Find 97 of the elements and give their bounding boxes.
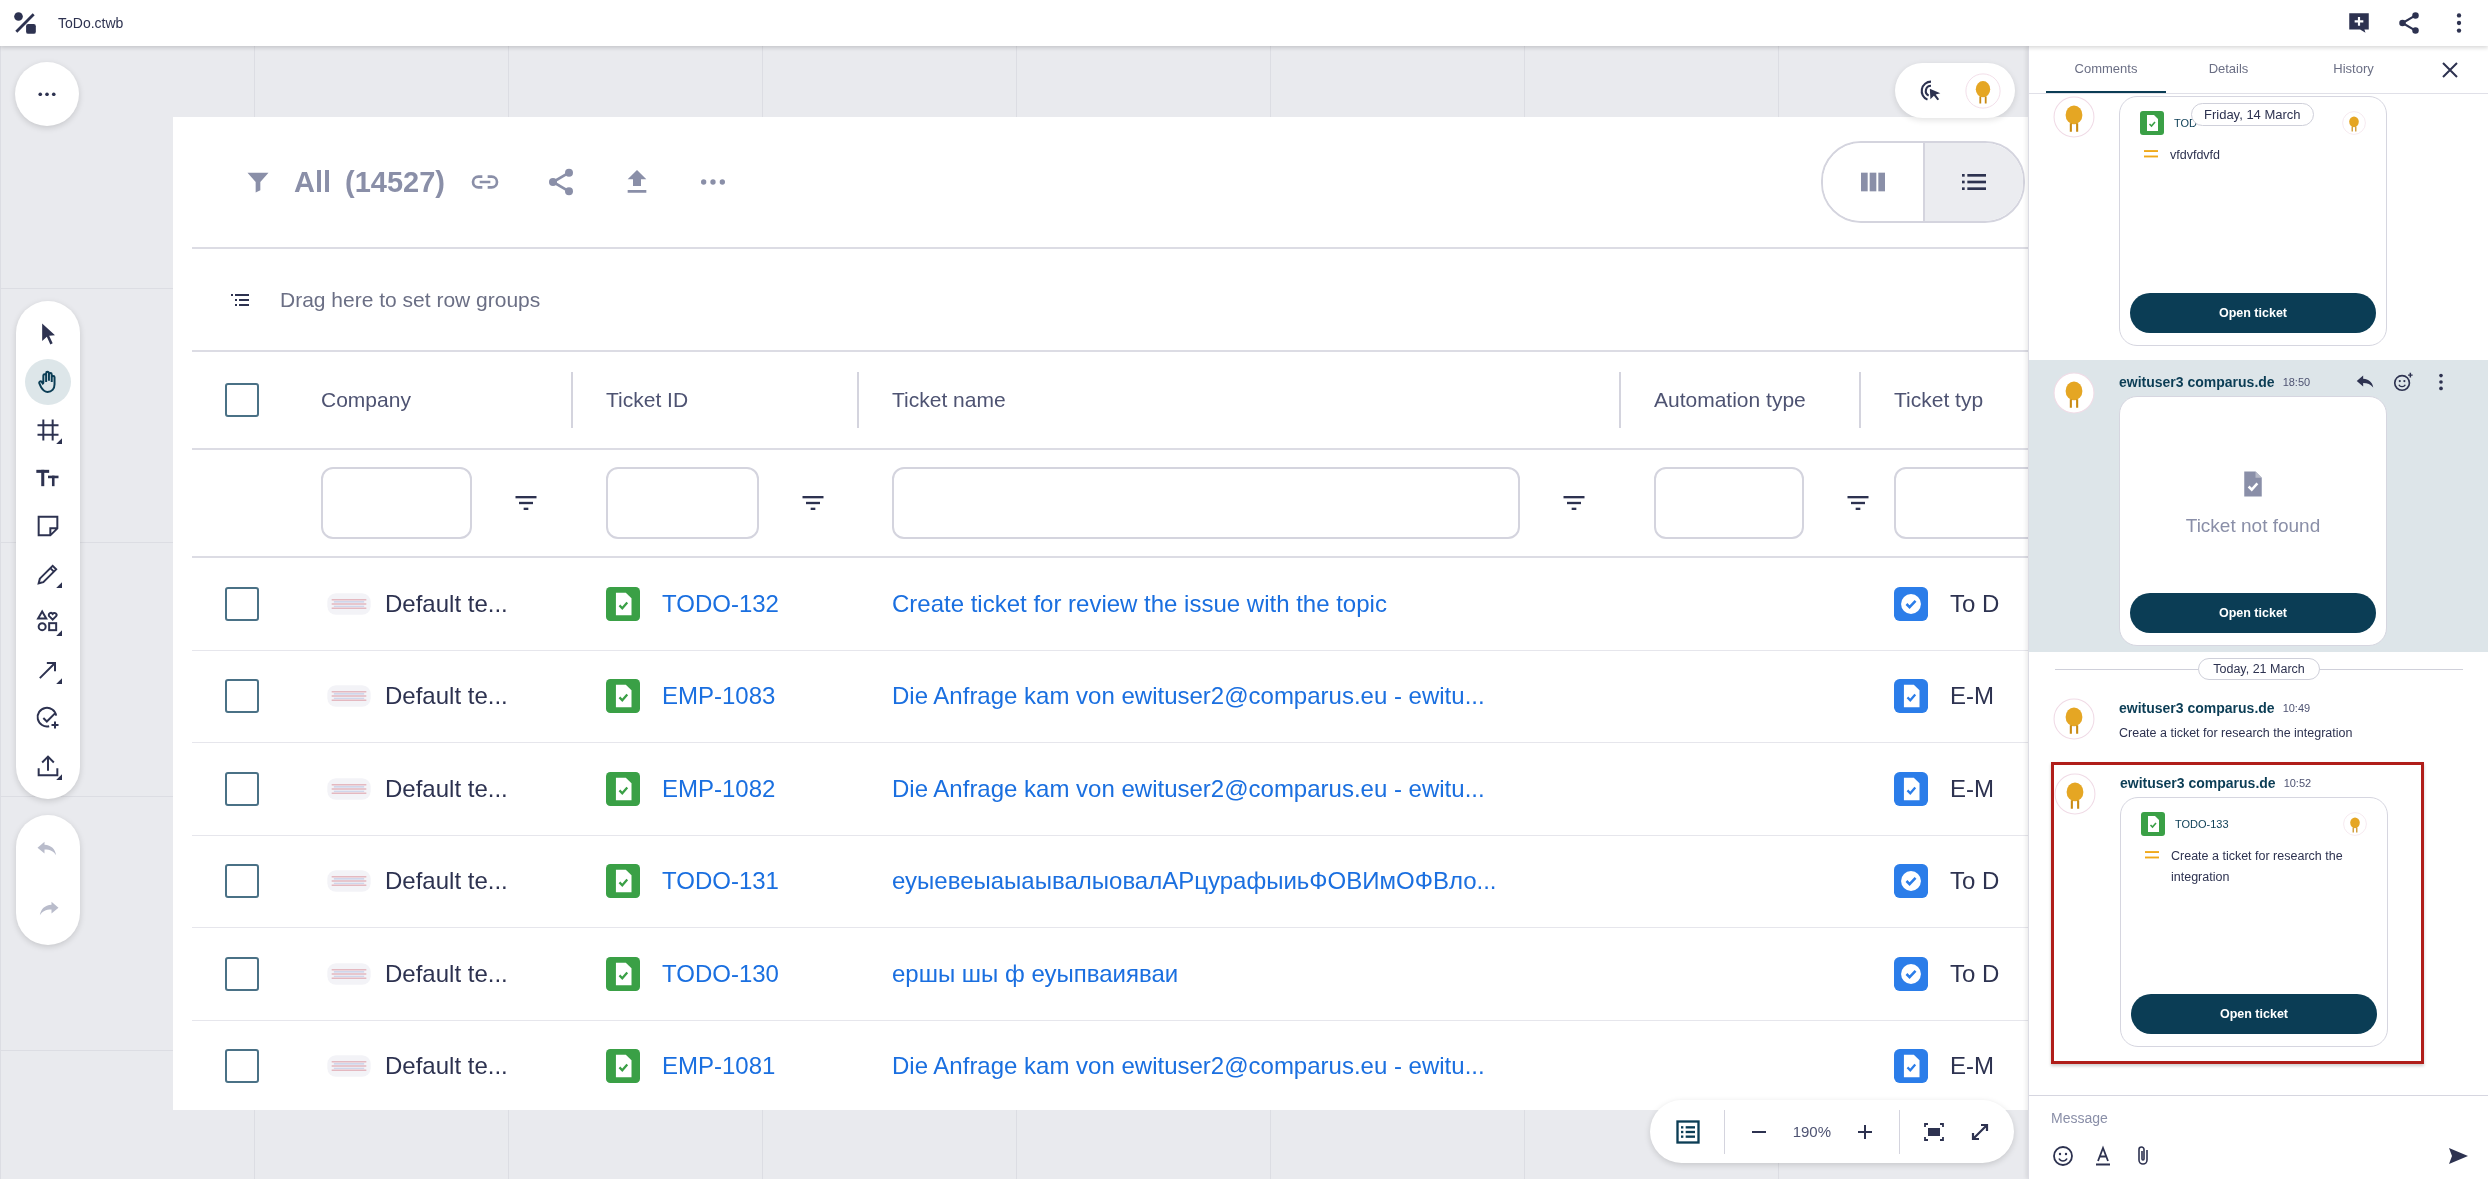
- task-icon: [34, 704, 62, 732]
- table-cell: To D: [1950, 959, 2000, 988]
- table-cell: Default te...: [385, 867, 508, 896]
- table-cell: Default te...: [385, 589, 508, 618]
- document-check-icon: [1894, 679, 1928, 714]
- table-cell: E-M: [1950, 774, 1994, 803]
- column-header[interactable]: Ticket name: [892, 388, 1006, 412]
- document-check-icon: [1894, 1049, 1928, 1084]
- panel-tab[interactable]: History: [2291, 46, 2416, 93]
- ticket-summary: vfdvfdvfd: [2170, 147, 2221, 164]
- record-count: (14527): [345, 165, 446, 199]
- document-check-icon: [606, 679, 640, 714]
- document-check-icon: [606, 956, 640, 991]
- message-time: 18:50: [2282, 376, 2311, 388]
- list-view-button[interactable]: [1923, 143, 2023, 221]
- select-all-checkbox[interactable]: [225, 383, 259, 417]
- ticket-id-link[interactable]: EMP-1083: [662, 682, 776, 711]
- table-cell: To D: [1950, 589, 2000, 618]
- column-filter-field[interactable]: [1654, 467, 1804, 539]
- ticket-name-link[interactable]: Create ticket for review the issue with the topic: [892, 589, 1387, 618]
- avatar-icon: [2342, 111, 2366, 135]
- document-check-icon: [606, 864, 640, 899]
- column-header[interactable]: Company: [321, 388, 411, 412]
- logo-icon: [12, 10, 38, 36]
- ticket-name-link[interactable]: еуыевеыаыаывалыовалАРцурафыиьФОВИмОФВло...: [892, 867, 1497, 896]
- author-name: ewituser3 comparus.de: [2119, 374, 2275, 390]
- striped-logo-icon: [327, 1053, 371, 1080]
- row-checkbox[interactable]: [225, 586, 259, 621]
- priority-medium-icon: [2145, 850, 2159, 860]
- row-checkbox[interactable]: [225, 771, 259, 806]
- striped-logo-icon: [327, 683, 371, 710]
- author-name: ewituser3 comparus.de: [2119, 700, 2275, 716]
- ticket-name-link[interactable]: ершы шы ф еуыпваияваи: [892, 959, 1179, 988]
- row-groups-hint: Drag here to set row groups: [280, 287, 541, 312]
- zoom-level: 190%: [1792, 1123, 1831, 1140]
- panel-tab[interactable]: Comments: [2046, 46, 2166, 93]
- message-text: Create a ticket for research the integration: [2119, 726, 2354, 740]
- ticket-id-link[interactable]: TODO-131: [662, 867, 779, 896]
- striped-logo-icon: [327, 775, 371, 802]
- table-cell: E-M: [1950, 1052, 1994, 1081]
- table-cell: Default te...: [385, 1052, 508, 1081]
- ticket-name-link[interactable]: Die Anfrage kam von ewituser2@comparus.eu - ewitu...: [892, 682, 1485, 711]
- add-reaction-icon[interactable]: [2392, 371, 2414, 393]
- row-checkbox[interactable]: [225, 679, 259, 714]
- table-cell: Default te...: [385, 959, 508, 988]
- document-check-icon: [606, 586, 640, 621]
- share-icon[interactable]: [2396, 10, 2422, 36]
- message-time: 10:49: [2282, 702, 2311, 714]
- author-name: ewituser3 comparus.de: [2120, 775, 2276, 791]
- column-header[interactable]: Ticket typ: [1894, 388, 1984, 412]
- ticket-id-link[interactable]: EMP-1082: [662, 774, 776, 803]
- ticket-id-link[interactable]: TODO-132: [662, 589, 779, 618]
- ticket-name-link[interactable]: Die Anfrage kam von ewituser2@comparus.eu - ewitu...: [892, 774, 1485, 803]
- column-header[interactable]: Ticket ID: [606, 388, 689, 412]
- emoji-icon[interactable]: [2051, 1144, 2075, 1168]
- document-check-icon: [2141, 812, 2165, 836]
- striped-logo-icon: [327, 960, 371, 987]
- table-cell: Default te...: [385, 682, 508, 711]
- shapes-icon: [34, 608, 62, 636]
- document-check-icon: [606, 1049, 640, 1084]
- striped-logo-icon: [327, 590, 371, 617]
- avatar-icon: [2053, 96, 2095, 138]
- view-title: All: [294, 165, 332, 199]
- table-cell: E-M: [1950, 682, 1994, 711]
- row-checkbox[interactable]: [225, 864, 259, 899]
- open-ticket-button[interactable]: Open ticket: [2130, 593, 2376, 633]
- panel-tab[interactable]: Details: [2166, 46, 2291, 93]
- row-checkbox[interactable]: [225, 1049, 259, 1084]
- hand-tool-button[interactable]: [25, 359, 71, 405]
- ticket-name-link[interactable]: Die Anfrage kam von ewituser2@comparus.eu - ewitu...: [892, 1052, 1485, 1081]
- column-filter-field[interactable]: [606, 467, 759, 539]
- table-cell: Default te...: [385, 774, 508, 803]
- avatar-icon: [2054, 773, 2096, 815]
- table-view-icon[interactable]: [1673, 1117, 1702, 1146]
- message-time: 10:52: [2283, 777, 2312, 789]
- open-ticket-button[interactable]: Open ticket: [2131, 994, 2377, 1034]
- table-cell: To D: [1950, 867, 2000, 896]
- open-ticket-button[interactable]: Open ticket: [2130, 293, 2376, 333]
- avatar-icon: [2053, 372, 2095, 414]
- file-name: ToDo.ctwb: [58, 15, 124, 31]
- ticket-id-link[interactable]: TODO-130: [662, 959, 779, 988]
- not-found-message: Ticket not found: [2185, 515, 2321, 537]
- ticket-id-link[interactable]: EMP-1081: [662, 1052, 776, 1081]
- column-filter-field[interactable]: [321, 467, 472, 539]
- avatar-icon: [2053, 698, 2095, 740]
- striped-logo-icon: [327, 868, 371, 895]
- column-filter-field[interactable]: [892, 467, 1520, 539]
- ticket-summary: Create a ticket for research the integration: [2171, 848, 2344, 887]
- column-header[interactable]: Automation type: [1654, 388, 1806, 412]
- more-icon: [38, 91, 56, 97]
- avatar-icon: [2343, 812, 2367, 836]
- document-check-icon: [2140, 111, 2164, 135]
- priority-medium-icon: [2144, 149, 2158, 159]
- row-checkbox[interactable]: [225, 956, 259, 991]
- ticket-id: TODO-133: [2175, 818, 2229, 830]
- document-check-icon: [1894, 771, 1928, 806]
- document-check-icon: [606, 771, 640, 806]
